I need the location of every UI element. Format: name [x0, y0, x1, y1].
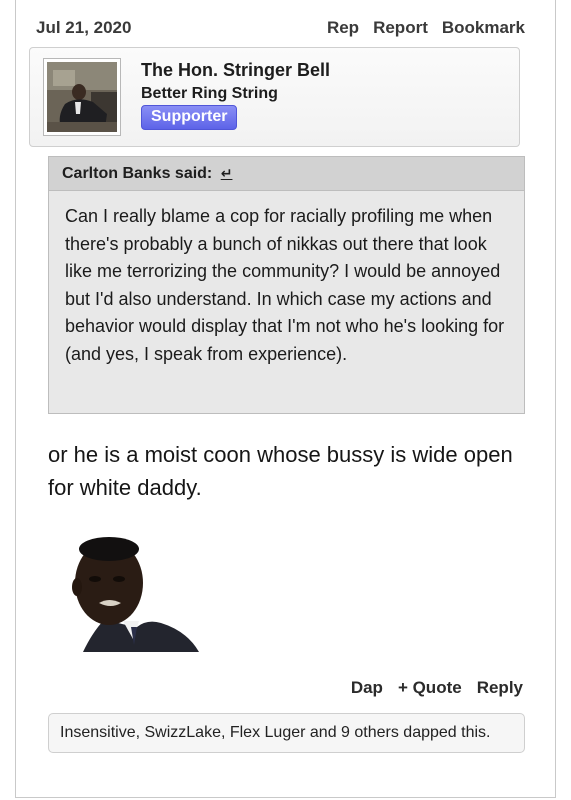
avatar[interactable]	[43, 58, 121, 136]
quote-header: Carlton Banks said: ↵	[49, 157, 524, 191]
post-date[interactable]: Jul 21, 2020	[36, 18, 131, 38]
post-message: or he is a moist coon whose bussy is wid…	[48, 442, 513, 500]
quote-button[interactable]: + Quote	[398, 678, 462, 698]
author-card: The Hon. Stringer Bell Better Ring Strin…	[29, 47, 520, 147]
quote-block: Carlton Banks said: ↵ Can I really blame…	[48, 156, 525, 414]
quote-text: Can I really blame a cop for racially pr…	[65, 206, 505, 364]
jump-to-quote-icon[interactable]: ↵	[221, 165, 233, 181]
rep-button[interactable]: Rep	[327, 18, 359, 38]
post-actions: Dap + Quote Reply	[351, 678, 523, 698]
post-container: Jul 21, 2020 Rep Report Bookmark The Hon…	[15, 0, 556, 798]
post-header: Jul 21, 2020 Rep Report Bookmark	[16, 18, 555, 42]
reply-button[interactable]: Reply	[477, 678, 523, 698]
author-title: Better Ring String	[141, 85, 278, 102]
avatar-image	[47, 62, 117, 132]
author-name[interactable]: The Hon. Stringer Bell	[141, 60, 330, 81]
quote-attribution: Carlton Banks said:	[62, 165, 213, 182]
post-top-actions: Rep Report Bookmark	[327, 18, 525, 38]
reaction-image	[53, 535, 199, 652]
bookmark-button[interactable]: Bookmark	[442, 18, 525, 38]
dap-button[interactable]: Dap	[351, 678, 383, 698]
report-button[interactable]: Report	[373, 18, 428, 38]
supporter-badge: Supporter	[141, 105, 238, 130]
dapped-summary[interactable]: Insensitive, SwizzLake, Flex Luger and 9…	[48, 713, 525, 753]
